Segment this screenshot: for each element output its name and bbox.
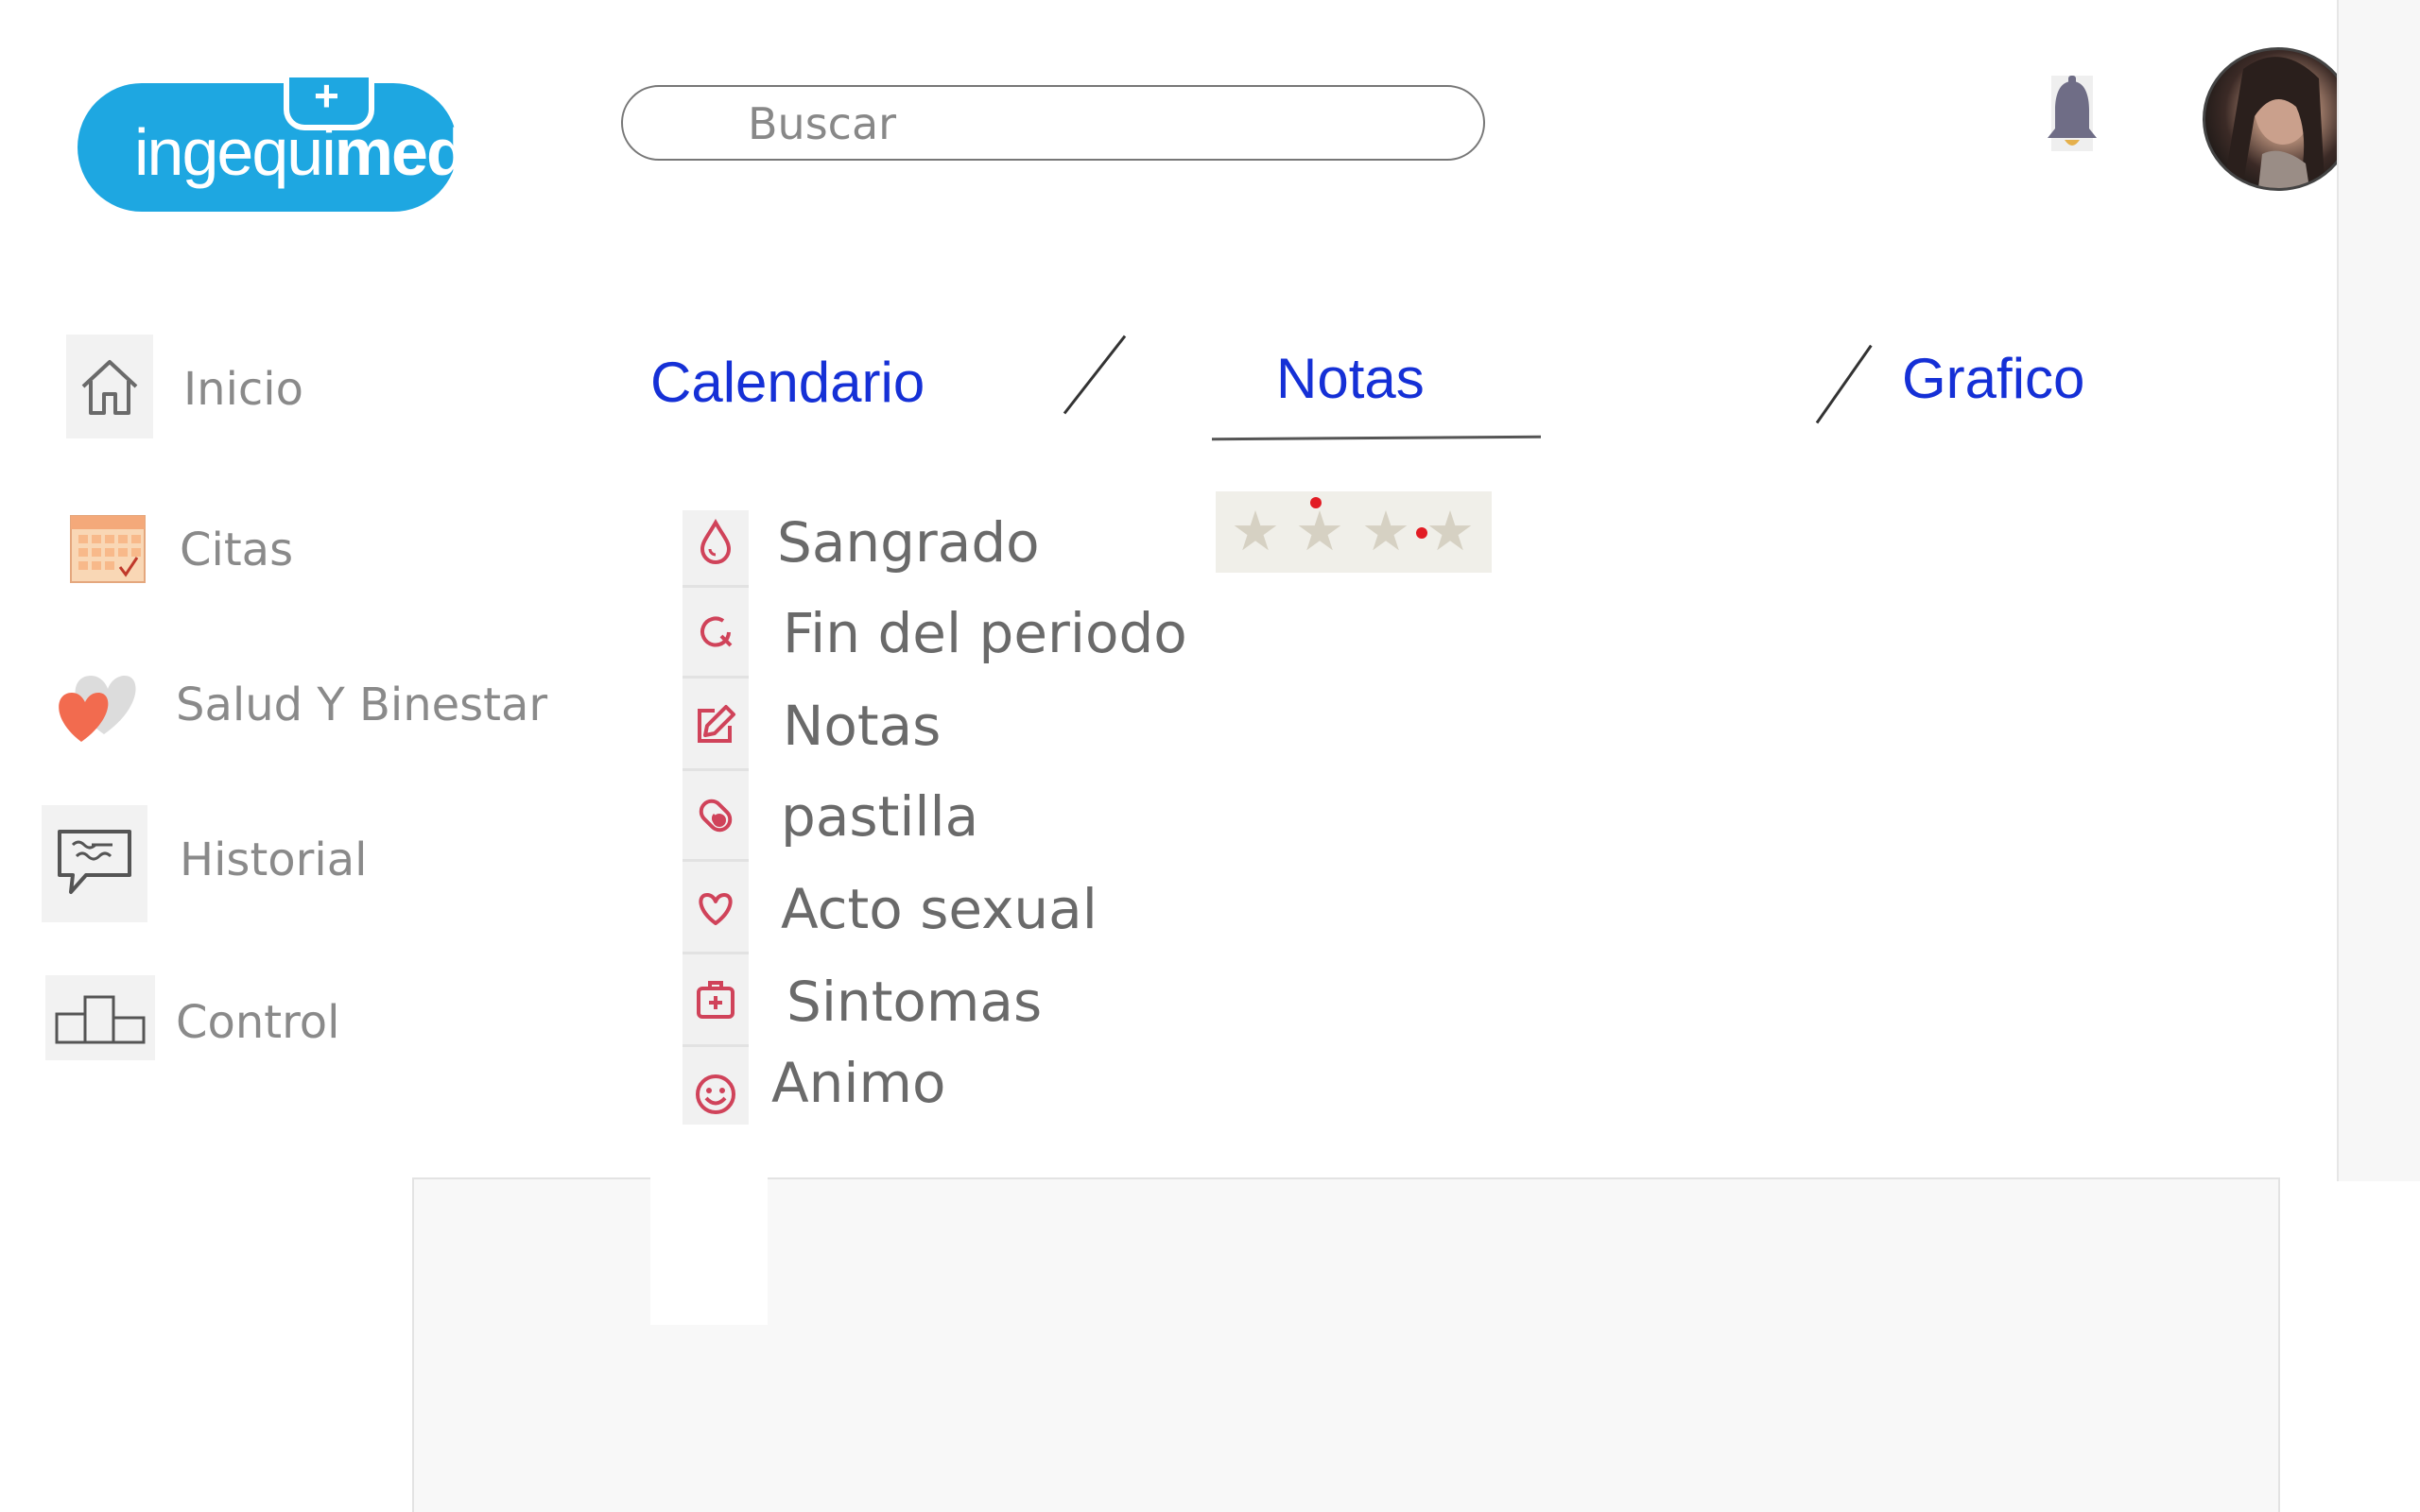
app-logo[interactable]: + ingequimed <box>78 71 467 212</box>
menu-item-sangrado[interactable]: Sangrado <box>683 497 1212 588</box>
search-input[interactable] <box>746 96 1411 151</box>
sidebar-item-salud[interactable]: Salud Y Binestar <box>38 650 548 764</box>
logo-wordmark: ingequimed <box>134 115 467 189</box>
tab-notas[interactable]: Notas <box>1276 346 1425 411</box>
bell-icon[interactable] <box>2032 72 2112 157</box>
heart-icon <box>47 650 142 754</box>
star-icon[interactable]: ★ <box>1295 505 1344 559</box>
active-tab-underline <box>1211 435 1542 441</box>
refresh-icon <box>683 588 749 679</box>
heart-outline-icon <box>683 864 749 954</box>
indicator-dot <box>1310 497 1322 508</box>
sidebar-item-label: Citas <box>180 524 294 576</box>
menu-item-label: Sintomas <box>786 970 1043 1034</box>
right-panel <box>2337 0 2420 1181</box>
sidebar-item-label: Historial <box>180 833 368 886</box>
avatar[interactable] <box>2203 47 2354 191</box>
menu-item-label: pastilla <box>781 784 979 849</box>
sidebar-item-label: Control <box>176 996 340 1049</box>
menu-item-pastilla[interactable]: pastilla <box>683 771 1212 862</box>
star-icon[interactable]: ★ <box>1426 505 1475 559</box>
tab-grafico[interactable]: Grafico <box>1902 346 2084 411</box>
sidebar-item-citas[interactable]: Citas <box>38 495 548 609</box>
home-icon <box>66 335 153 438</box>
sidebar-item-control[interactable]: Control <box>38 975 548 1089</box>
star-rating[interactable]: ★ ★ ★ ★ <box>1216 491 1492 573</box>
menu-item-fin-periodo[interactable]: Fin del periodo <box>683 588 1212 679</box>
menu-item-label: Sangrado <box>777 510 1040 575</box>
medkit-icon <box>683 956 749 1047</box>
menu-item-label: Animo <box>771 1051 946 1115</box>
menu-item-animo[interactable]: Animo <box>683 1049 1212 1140</box>
pill-icon <box>683 771 749 862</box>
indicator-dot <box>1416 527 1427 539</box>
menu-item-notas[interactable]: Notas <box>683 680 1212 771</box>
menu-item-label: Fin del periodo <box>783 601 1187 665</box>
star-icon[interactable]: ★ <box>1361 505 1410 559</box>
edit-icon <box>683 680 749 771</box>
podium-icon <box>45 975 155 1060</box>
tab-separator <box>1815 344 1873 424</box>
calendar-icon <box>60 495 155 599</box>
chat-icon <box>42 805 147 922</box>
smiley-icon <box>683 1049 749 1140</box>
sidebar-item-label: Inicio <box>183 363 304 416</box>
tab-calendario[interactable]: Calendario <box>650 350 925 415</box>
menu-item-acto-sexual[interactable]: Acto sexual <box>683 864 1212 954</box>
drop-icon <box>683 497 749 588</box>
sidebar-item-inicio[interactable]: Inicio <box>38 335 548 448</box>
menu-item-label: Notas <box>783 694 942 758</box>
sidebar-item-label: Salud Y Binestar <box>176 679 548 731</box>
menu-item-label: Acto sexual <box>781 877 1098 941</box>
panel-notch <box>650 1172 768 1325</box>
tab-separator <box>1063 335 1127 415</box>
sidebar-item-historial[interactable]: Historial <box>38 805 548 922</box>
menu-item-sintomas[interactable]: Sintomas <box>683 956 1212 1047</box>
search-bar[interactable] <box>621 85 1485 161</box>
star-icon[interactable]: ★ <box>1231 505 1280 559</box>
